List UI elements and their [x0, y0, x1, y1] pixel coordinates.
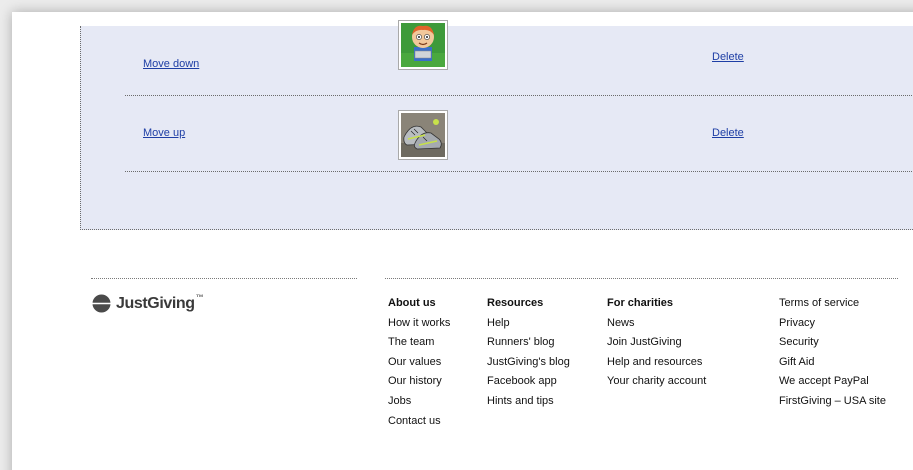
photo-gallery-panel: Move down Delete Move up Delete — [80, 20, 913, 230]
footer-link[interactable]: JustGiving's blog — [487, 356, 570, 376]
footer-divider — [385, 278, 898, 279]
footer-link[interactable]: Security — [779, 336, 886, 356]
footer-link[interactable]: Help — [487, 317, 570, 337]
brand-name: JustGiving™ — [116, 292, 204, 312]
footer-link[interactable]: Help and resources — [607, 356, 706, 376]
footer-column-about: About us How it works The team Our value… — [388, 297, 450, 434]
footer-heading: For charities — [607, 297, 674, 309]
delete-link[interactable]: Delete — [712, 51, 744, 63]
footer-link[interactable]: Our values — [388, 356, 450, 376]
footer-link[interactable]: We accept PayPal — [779, 375, 886, 395]
gallery-row: Move down Delete — [125, 20, 913, 96]
footer-link[interactable]: Facebook app — [487, 375, 570, 395]
footer-column-charities: For charities News Join JustGiving Help … — [607, 297, 706, 395]
footer-link[interactable]: Our history — [388, 375, 450, 395]
footer-link[interactable]: How it works — [388, 317, 450, 337]
footer-link[interactable]: Runners' blog — [487, 336, 570, 356]
footer-link[interactable]: FirstGiving – USA site — [779, 395, 886, 415]
footer-link[interactable]: Your charity account — [607, 375, 706, 395]
footer-link[interactable]: Terms of service — [779, 297, 886, 317]
footer-link[interactable]: Join JustGiving — [607, 336, 706, 356]
footer-divider — [91, 278, 357, 279]
gallery-row: Move up Delete — [125, 96, 913, 172]
cartoon-avatar-image — [401, 23, 445, 67]
delete-link[interactable]: Delete — [712, 127, 744, 139]
footer-column-resources: Resources Help Runners' blog JustGiving'… — [487, 297, 570, 415]
footer-heading: Resources — [487, 297, 544, 309]
move-down-link[interactable]: Move down — [143, 58, 199, 70]
footer-link[interactable]: Privacy — [779, 317, 886, 337]
footer-heading: About us — [388, 297, 436, 309]
footer-link[interactable]: Hints and tips — [487, 395, 570, 415]
footer-link[interactable]: Jobs — [388, 395, 450, 415]
footer-link[interactable]: Contact us — [388, 415, 450, 435]
running-shoes-image — [401, 113, 445, 157]
photo-thumbnail-shoes[interactable] — [398, 110, 448, 160]
footer-link[interactable]: The team — [388, 336, 450, 356]
justgiving-logo[interactable]: JustGiving™ — [92, 292, 204, 313]
justgiving-logo-icon — [92, 294, 111, 313]
photo-thumbnail-avatar[interactable] — [398, 20, 448, 70]
move-up-link[interactable]: Move up — [143, 127, 185, 139]
footer-link[interactable]: News — [607, 317, 706, 337]
footer-column-legal: Terms of service Privacy Security Gift A… — [779, 297, 886, 415]
footer-link[interactable]: Gift Aid — [779, 356, 886, 376]
